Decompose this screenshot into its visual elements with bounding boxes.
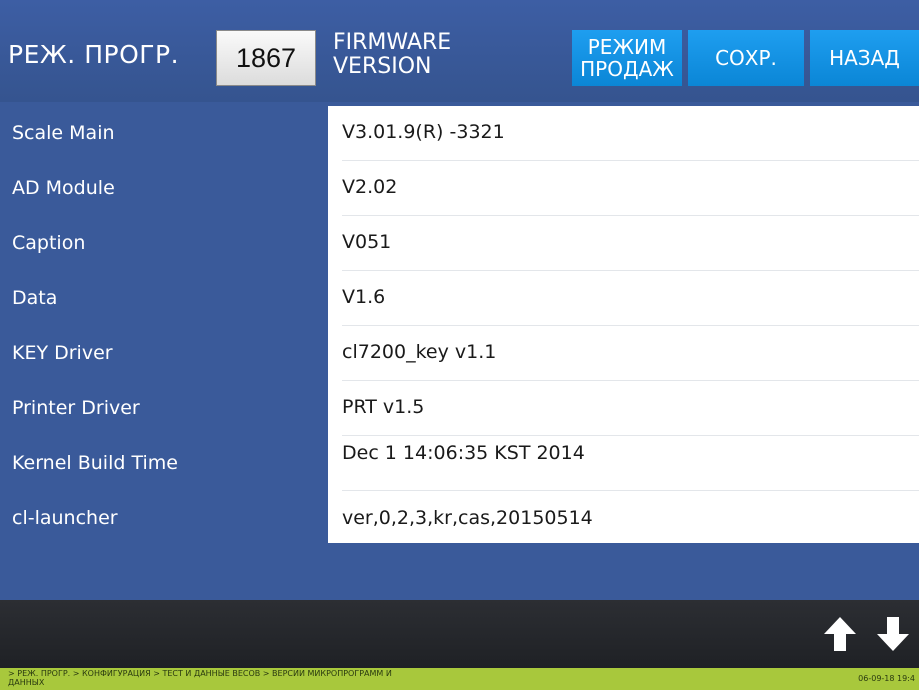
program-code-box[interactable]: 1867 <box>216 30 316 86</box>
row-value-caption: V051 <box>342 231 392 253</box>
row-divider <box>342 325 919 326</box>
row-divider <box>342 160 919 161</box>
row-value-printer-driver: PRT v1.5 <box>342 396 425 418</box>
row-label-caption: Caption <box>12 232 86 254</box>
row-value-data: V1.6 <box>342 286 386 308</box>
row-value-ad-module: V2.02 <box>342 176 398 198</box>
status-datetime: 06-09-18 19:4 <box>858 674 915 683</box>
row-value-cl-launcher: ver,0,2,3,kr,cas,20150514 <box>342 507 593 529</box>
row-label-scale-main: Scale Main <box>12 122 115 144</box>
row-label-data: Data <box>12 287 58 309</box>
row-label-ad-module: AD Module <box>12 177 115 199</box>
arrow-down-icon <box>877 617 909 651</box>
row-label-printer-driver: Printer Driver <box>12 397 140 419</box>
sale-mode-label-line1: РЕЖИМ <box>587 35 667 59</box>
row-label-cl-launcher: cl-launcher <box>12 507 118 529</box>
row-label-kernel-build-time: Kernel Build Time <box>12 452 178 474</box>
mode-title: РЕЖ. ПРОГР. <box>8 40 180 69</box>
value-panel: V3.01.9(R) -3321 V2.02 V051 V1.6 cl7200_… <box>328 106 919 543</box>
screen-title-line1: FIRMWARE <box>333 30 452 55</box>
breadcrumb: > РЕЖ. ПРОГР. > КОНФИГУРАЦИЯ > ТЕСТ И ДА… <box>8 669 392 687</box>
row-divider <box>342 270 919 271</box>
row-divider <box>342 435 919 436</box>
arrow-up-icon <box>824 617 856 651</box>
sale-mode-button[interactable]: РЕЖИМ ПРОДАЖ <box>572 30 682 86</box>
row-divider <box>342 380 919 381</box>
back-button[interactable]: НАЗАД <box>810 30 919 86</box>
screen-title-line2: VERSION <box>333 54 432 79</box>
save-button[interactable]: СОХР. <box>688 30 804 86</box>
row-value-scale-main: V3.01.9(R) -3321 <box>342 121 505 143</box>
scroll-down-button[interactable] <box>876 615 910 653</box>
program-code: 1867 <box>235 42 297 73</box>
screen-title: FIRMWARE VERSION <box>333 31 451 79</box>
back-button-label: НАЗАД <box>829 46 900 70</box>
sale-mode-label-line2: ПРОДАЖ <box>580 57 674 81</box>
status-bar: > РЕЖ. ПРОГР. > КОНФИГУРАЦИЯ > ТЕСТ И ДА… <box>0 668 919 690</box>
scroll-up-button[interactable] <box>823 615 857 653</box>
row-label-key-driver: KEY Driver <box>12 342 113 364</box>
row-divider <box>342 490 919 491</box>
footer-bar <box>0 600 919 668</box>
save-button-label: СОХР. <box>715 46 777 70</box>
row-value-kernel-build-time: Dec 1 14:06:35 KST 2014 <box>342 442 585 464</box>
header-bar: РЕЖ. ПРОГР. 1867 FIRMWARE VERSION РЕЖИМ … <box>0 0 919 102</box>
row-divider <box>342 215 919 216</box>
row-value-key-driver: cl7200_key v1.1 <box>342 341 497 363</box>
